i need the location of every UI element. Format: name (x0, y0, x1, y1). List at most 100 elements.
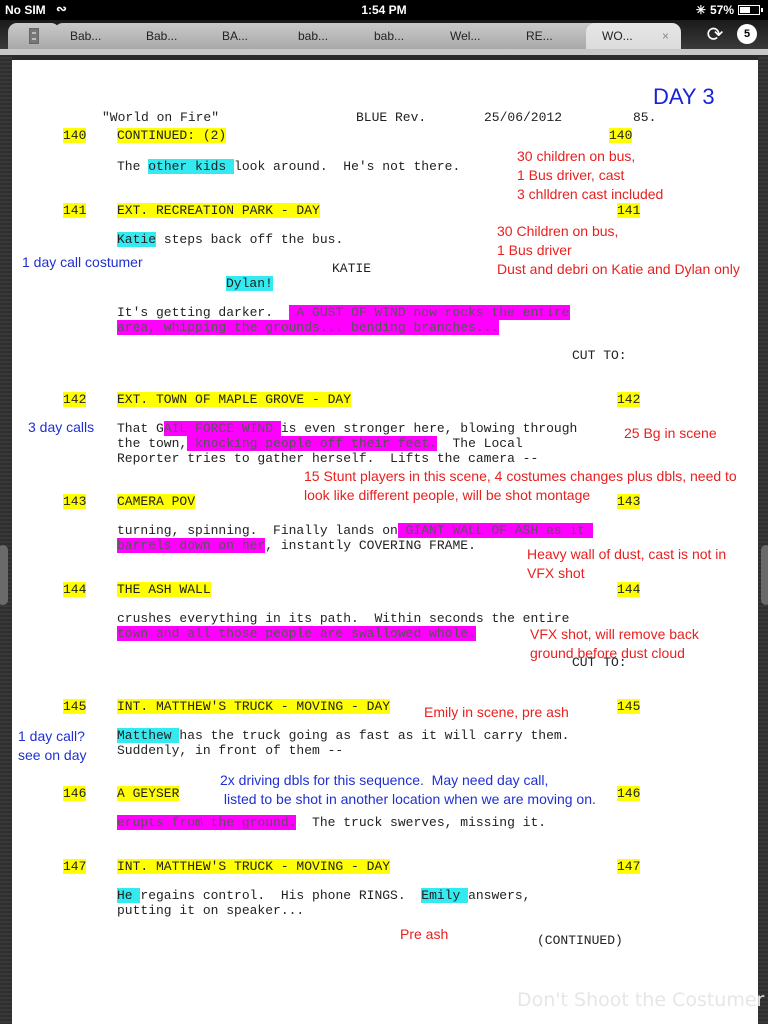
tabs-icon (29, 28, 39, 44)
highlight-effect: area, whipping the grounds... bending br… (117, 320, 500, 335)
scene-heading: INT. MATTHEW'S TRUCK - MOVING - DAY (117, 859, 391, 874)
note-140: 30 children on bus, 1 Bus driver, cast 3… (517, 148, 664, 202)
scene-heading: CAMERA POV (117, 494, 196, 509)
next-page-handle[interactable] (761, 545, 768, 605)
scene-number-right: 143 (617, 494, 641, 509)
note-142-stunt: 15 Stunt players in this scene, 4 costum… (304, 468, 737, 503)
scene-heading: A GEYSER (117, 786, 180, 801)
scene-heading: INT. MATTHEW'S TRUCK - MOVING - DAY (117, 699, 391, 714)
scene-number: 144 (63, 582, 87, 597)
highlight-effect: AIL FORCE WIND (163, 421, 281, 436)
highlight-cast: other kids (148, 159, 235, 174)
highlight-effect: knocking people off their feet. (187, 436, 437, 451)
battery-icon (738, 5, 763, 15)
note-142-left: 3 day calls (28, 419, 95, 435)
continued-label: (CONTINUED) (537, 933, 623, 948)
settings-button[interactable]: 5 (737, 24, 757, 44)
text: It's getting darker. (117, 305, 289, 320)
bluetooth-icon: ✳ (695, 3, 706, 17)
tab-label: BA... (222, 29, 249, 43)
note-141-left: 1 day call costumer (22, 254, 143, 270)
scene-number: 147 (63, 859, 87, 874)
tab-label: RE... (526, 29, 553, 43)
revision-date: 25/06/2012 (484, 110, 563, 125)
scene-number-right: 140 (609, 128, 633, 143)
scene-number-right: 144 (617, 582, 641, 597)
note-143: Heavy wall of dust, cast is not in VFX s… (527, 546, 727, 581)
prev-page-handle[interactable] (0, 545, 8, 605)
status-bar: No SIM ∾ 1:54 PM ✳ 57% (0, 0, 768, 20)
action-line: erupts from the ground. The truck swerve… (117, 815, 546, 830)
text: turning, spinning. Finally lands on (117, 523, 398, 538)
note-142: 25 Bg in scene (624, 425, 717, 441)
highlight-cast: He (117, 888, 141, 903)
note-147: Pre ash (400, 926, 449, 942)
text: crushes everything in its path. Within s… (117, 611, 570, 626)
scene-heading: THE ASH WALL (117, 582, 211, 597)
scene-number: 142 (63, 392, 87, 407)
highlight-cast: Katie (117, 232, 157, 247)
tab-bar: Bab...× Bab...× BA...× bab...× bab...× W… (0, 20, 768, 49)
scene-number: 140 (63, 128, 87, 143)
character-name: KATIE (332, 261, 372, 276)
scene-number-right: 145 (617, 699, 641, 714)
tab-active[interactable]: WO... × (586, 23, 681, 49)
text: regains control. His phone RINGS. (140, 888, 422, 903)
scene-number: 146 (63, 786, 87, 801)
action-line: Katie steps back off the bus. (117, 232, 343, 247)
tab-label: Wel... (450, 29, 481, 43)
script-title: "World on Fire" (102, 110, 220, 125)
action-line: Matthew has the truck going as fast as i… (117, 728, 570, 758)
transition: CUT TO: (572, 348, 627, 363)
text: steps back off the bus. (156, 232, 344, 247)
dialogue: Dylan! (226, 276, 273, 291)
tabs-overview-button[interactable] (8, 23, 60, 49)
toolbar-divider (0, 49, 768, 55)
revision-label: BLUE Rev. (356, 110, 427, 125)
note-141: 30 Children on bus, 1 Bus driver Dust an… (497, 223, 740, 277)
clock: 1:54 PM (361, 3, 407, 17)
day-label: DAY 3 (653, 84, 715, 109)
script-page: DAY 3 "World on Fire" BLUE Rev. 25/06/20… (12, 60, 764, 1024)
refresh-icon: ⟳ (706, 24, 724, 46)
action-line: turning, spinning. Finally lands on GIAN… (117, 523, 593, 553)
battery-fill (740, 7, 751, 13)
scene-number-right: 142 (617, 392, 641, 407)
highlight-effect: barrels down on her (117, 538, 266, 553)
left-edge (0, 55, 12, 1024)
action-line: crushes everything in its path. Within s… (117, 611, 569, 641)
action-line: He regains control. His phone RINGS. Emi… (117, 888, 531, 918)
text: The (117, 159, 149, 174)
gear-badge: 5 (743, 28, 751, 40)
scene-heading: CONTINUED: (2) (117, 128, 227, 143)
highlight-effect: GIANT WALL OF ASH as it (397, 523, 593, 538)
text: Suddenly, in front of them -- (117, 743, 344, 758)
text: putting it on speaker... (117, 903, 305, 918)
action-line: That GAIL FORCE WIND is even stronger he… (117, 421, 577, 466)
tab-label: WO... (602, 29, 633, 43)
highlight-cast: Matthew (117, 728, 180, 743)
tab-label: Bab... (146, 29, 178, 43)
highlight-cast: Emily (421, 888, 469, 903)
note-145: Emily in scene, pre ash (424, 704, 569, 720)
action-line: The other kids look around. He's not the… (117, 159, 460, 174)
text: answers, (468, 888, 531, 903)
refresh-button[interactable]: ⟳ (704, 24, 726, 46)
tab-label: bab... (374, 29, 405, 43)
note-146: 2x driving dbls for this sequence. May n… (220, 772, 596, 807)
scene-number: 141 (63, 203, 87, 218)
close-icon[interactable]: × (662, 29, 669, 43)
scene-number-right: 147 (617, 859, 641, 874)
text: The Local (436, 436, 523, 451)
text: Reporter tries to gather herself. Lifts … (117, 451, 539, 466)
scene-number-right: 141 (617, 203, 641, 218)
text: look around. He's not there. (234, 159, 461, 174)
tab-label: bab... (298, 29, 329, 43)
text: is even stronger here, blowing through (280, 421, 578, 436)
action-line: It's getting darker. A GUST OF WIND now … (117, 305, 570, 335)
highlight-effect: town and all those people are swallowed … (117, 626, 476, 641)
transition: CUT TO: (572, 655, 627, 670)
text: the town, (117, 436, 188, 451)
battery-percent: 57% (709, 3, 734, 17)
right-edge (758, 55, 768, 1024)
